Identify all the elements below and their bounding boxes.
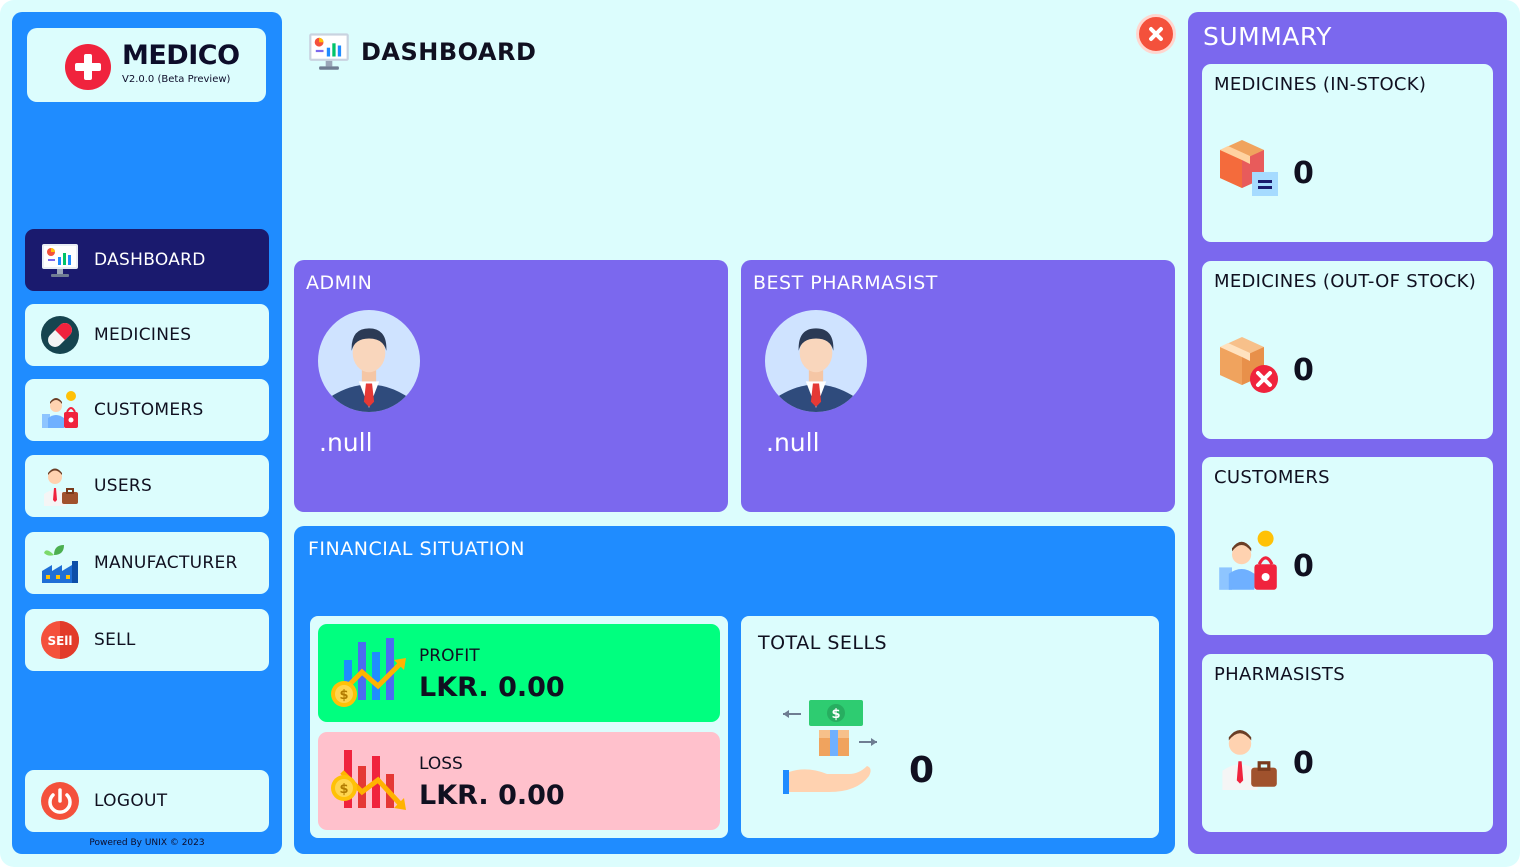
close-button[interactable] [1136, 14, 1176, 54]
financial-title: FINANCIAL SITUATION [308, 538, 526, 560]
summary-card-value: 0 [1293, 746, 1314, 781]
hand-money-icon: $ [777, 694, 881, 798]
power-icon [40, 781, 80, 821]
best-pharmasist-card-title: BEST PHARMASIST [753, 272, 938, 294]
avatar [765, 310, 867, 412]
sidebar-item-label: MANUFACTURER [94, 553, 238, 573]
best-pharmasist-card: BEST PHARMASIST .null [741, 260, 1175, 512]
logout-button[interactable]: LOGOUT [25, 770, 269, 832]
summary-card-label: CUSTOMERS [1214, 467, 1330, 488]
sidebar-item-medicines[interactable]: MEDICINES [25, 304, 269, 366]
summary-card-in-stock: MEDICINES (IN-STOCK) 0 [1202, 64, 1493, 242]
summary-card-out-of-stock: MEDICINES (OUT-OF STOCK) 0 [1202, 261, 1493, 439]
best-pharmasist-name: .null [766, 428, 820, 457]
sidebar: MEDICO V2.0.0 (Beta Preview) DASHBOARD M… [12, 12, 282, 854]
app-window: MEDICO V2.0.0 (Beta Preview) DASHBOARD M… [0, 0, 1520, 867]
customers-icon [40, 390, 80, 430]
svg-text:$: $ [831, 707, 840, 722]
sidebar-item-label: SELL [94, 630, 136, 650]
sidebar-item-label: USERS [94, 476, 153, 496]
profit-chart-icon: $ [328, 632, 412, 712]
summary-card-value: 0 [1293, 156, 1314, 191]
box-out-of-stock-icon [1216, 333, 1280, 397]
sidebar-item-label: MEDICINES [94, 325, 192, 345]
sidebar-item-dashboard[interactable]: DASHBOARD [25, 229, 269, 291]
admin-name: .null [319, 428, 373, 457]
loss-box: $ LOSS LKR. 0.00 [318, 732, 720, 830]
svg-text:SEll: SEll [47, 634, 72, 648]
summary-card-label: PHARMASISTS [1214, 664, 1345, 685]
loss-value: LKR. 0.00 [419, 780, 565, 811]
loss-chart-icon: $ [328, 740, 412, 820]
summary-card-label: MEDICINES (IN-STOCK) [1214, 74, 1427, 95]
profit-label: PROFIT [419, 646, 480, 666]
factory-icon [40, 543, 80, 583]
pill-capsule-icon [40, 315, 80, 355]
total-sells-label: TOTAL SELLS [758, 632, 888, 654]
total-sells-box: TOTAL SELLS $ 0 [741, 616, 1159, 838]
medical-cross-icon [65, 44, 111, 90]
summary-card-pharmasists: PHARMASISTS 0 [1202, 654, 1493, 832]
total-sells-value: 0 [909, 750, 935, 791]
admin-card-title: ADMIN [306, 272, 373, 294]
logout-label: LOGOUT [94, 791, 168, 811]
profit-value: LKR. 0.00 [419, 672, 565, 703]
loss-label: LOSS [419, 754, 463, 774]
financial-situation-panel: FINANCIAL SITUATION $ PROFIT LKR. 0.00 $… [294, 526, 1175, 854]
summary-panel: SUMMARY MEDICINES (IN-STOCK) 0 MEDICINES… [1188, 12, 1507, 854]
sidebar-item-manufacturer[interactable]: MANUFACTURER [25, 532, 269, 594]
svg-text:$: $ [339, 688, 348, 703]
summary-card-value: 0 [1293, 353, 1314, 388]
sell-badge-icon: SEll [40, 620, 80, 660]
sidebar-item-users[interactable]: USERS [25, 455, 269, 517]
summary-card-label: MEDICINES (OUT-OF STOCK) [1214, 271, 1477, 292]
powered-by: Powered By UNIX © 2023 [89, 838, 205, 848]
sidebar-item-sell[interactable]: SEll SELL [25, 609, 269, 671]
box-in-stock-icon [1216, 136, 1280, 200]
app-version: V2.0.0 (Beta Preview) [122, 74, 231, 85]
sidebar-item-label: CUSTOMERS [94, 400, 204, 420]
page-title: DASHBOARD [361, 38, 537, 66]
dashboard-monitor-icon [40, 240, 80, 280]
sidebar-item-customers[interactable]: CUSTOMERS [25, 379, 269, 441]
app-name: MEDICO [122, 40, 240, 71]
summary-title: SUMMARY [1203, 22, 1332, 51]
dashboard-monitor-icon [306, 29, 352, 73]
customers-icon [1216, 529, 1280, 593]
app-logo: MEDICO V2.0.0 (Beta Preview) [27, 28, 266, 102]
profit-box: $ PROFIT LKR. 0.00 [318, 624, 720, 722]
profit-loss-panel: $ PROFIT LKR. 0.00 $ LOSS LKR. 0.00 [310, 616, 728, 838]
user-briefcase-icon [1216, 726, 1280, 790]
sidebar-item-label: DASHBOARD [94, 250, 206, 270]
avatar [318, 310, 420, 412]
summary-card-value: 0 [1293, 549, 1314, 584]
admin-card: ADMIN .null [294, 260, 728, 512]
svg-text:$: $ [339, 782, 348, 797]
user-briefcase-icon [40, 466, 80, 506]
summary-card-customers: CUSTOMERS 0 [1202, 457, 1493, 635]
